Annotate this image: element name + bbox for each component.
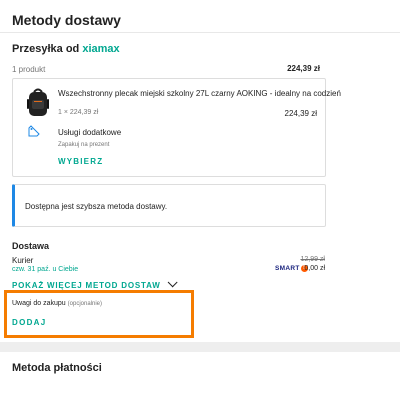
- notice-text: Dostępna jest szybsza metoda dostawy.: [25, 202, 168, 211]
- backpack-image[interactable]: [23, 87, 53, 119]
- section-separator: [0, 342, 400, 352]
- delivery-price: 0,00 zł: [304, 265, 325, 272]
- choose-services-button[interactable]: WYBIERZ: [58, 157, 103, 166]
- seller-heading: Przesyłka od xiamax: [12, 43, 120, 55]
- remarks-optional: (opcjonalnie): [67, 301, 103, 307]
- delivery-method-name[interactable]: Kurier: [12, 256, 33, 265]
- gift-tag-icon: [28, 125, 40, 137]
- services-subtitle: Zapakuj na prezent: [58, 142, 110, 148]
- product-title[interactable]: Wszechstronny plecak miejski szkolny 27L…: [58, 89, 341, 98]
- header-divider: [0, 32, 400, 33]
- product-price: 224,39 zł: [284, 109, 317, 118]
- product-quantity: 1 × 224,39 zł: [58, 109, 99, 116]
- page-title: Metody dostawy: [12, 12, 121, 28]
- payment-method-heading: Metoda płatności: [12, 362, 102, 374]
- remarks-title: Uwagi do zakupu: [12, 300, 66, 307]
- delivery-heading: Dostawa: [12, 241, 50, 251]
- remarks-label: Uwagi do zakupu (opcjonalnie): [12, 300, 102, 307]
- product-card: Wszechstronny plecak miejski szkolny 27L…: [12, 78, 341, 177]
- faster-delivery-notice: Dostępna jest szybsza metoda dostawy.: [12, 184, 326, 227]
- seller-total: 224,39 zł: [287, 64, 320, 73]
- purchase-remarks-section: Uwagi do zakupu (opcjonalnie) DODAJ: [4, 290, 194, 338]
- chevron-down-icon: [167, 277, 178, 288]
- seller-name-link[interactable]: xiamax: [82, 43, 119, 55]
- delivery-old-price: 12,99 zł: [300, 256, 325, 263]
- show-more-delivery-methods-button[interactable]: POKAŻ WIĘCEJ METOD DOSTAW: [12, 277, 178, 290]
- smart-badge: SMART!: [275, 265, 308, 272]
- more-methods-label: POKAŻ WIĘCEJ METOD DOSTAW: [12, 281, 161, 290]
- add-remarks-button[interactable]: DODAJ: [12, 318, 47, 327]
- smart-label: SMART: [275, 265, 300, 273]
- delivery-eta: czw. 31 paź. u Ciebie: [12, 266, 79, 273]
- services-title: Usługi dodatkowe: [58, 128, 122, 137]
- product-count: 1 produkt: [12, 65, 46, 74]
- seller-prefix: Przesyłka od: [12, 43, 80, 55]
